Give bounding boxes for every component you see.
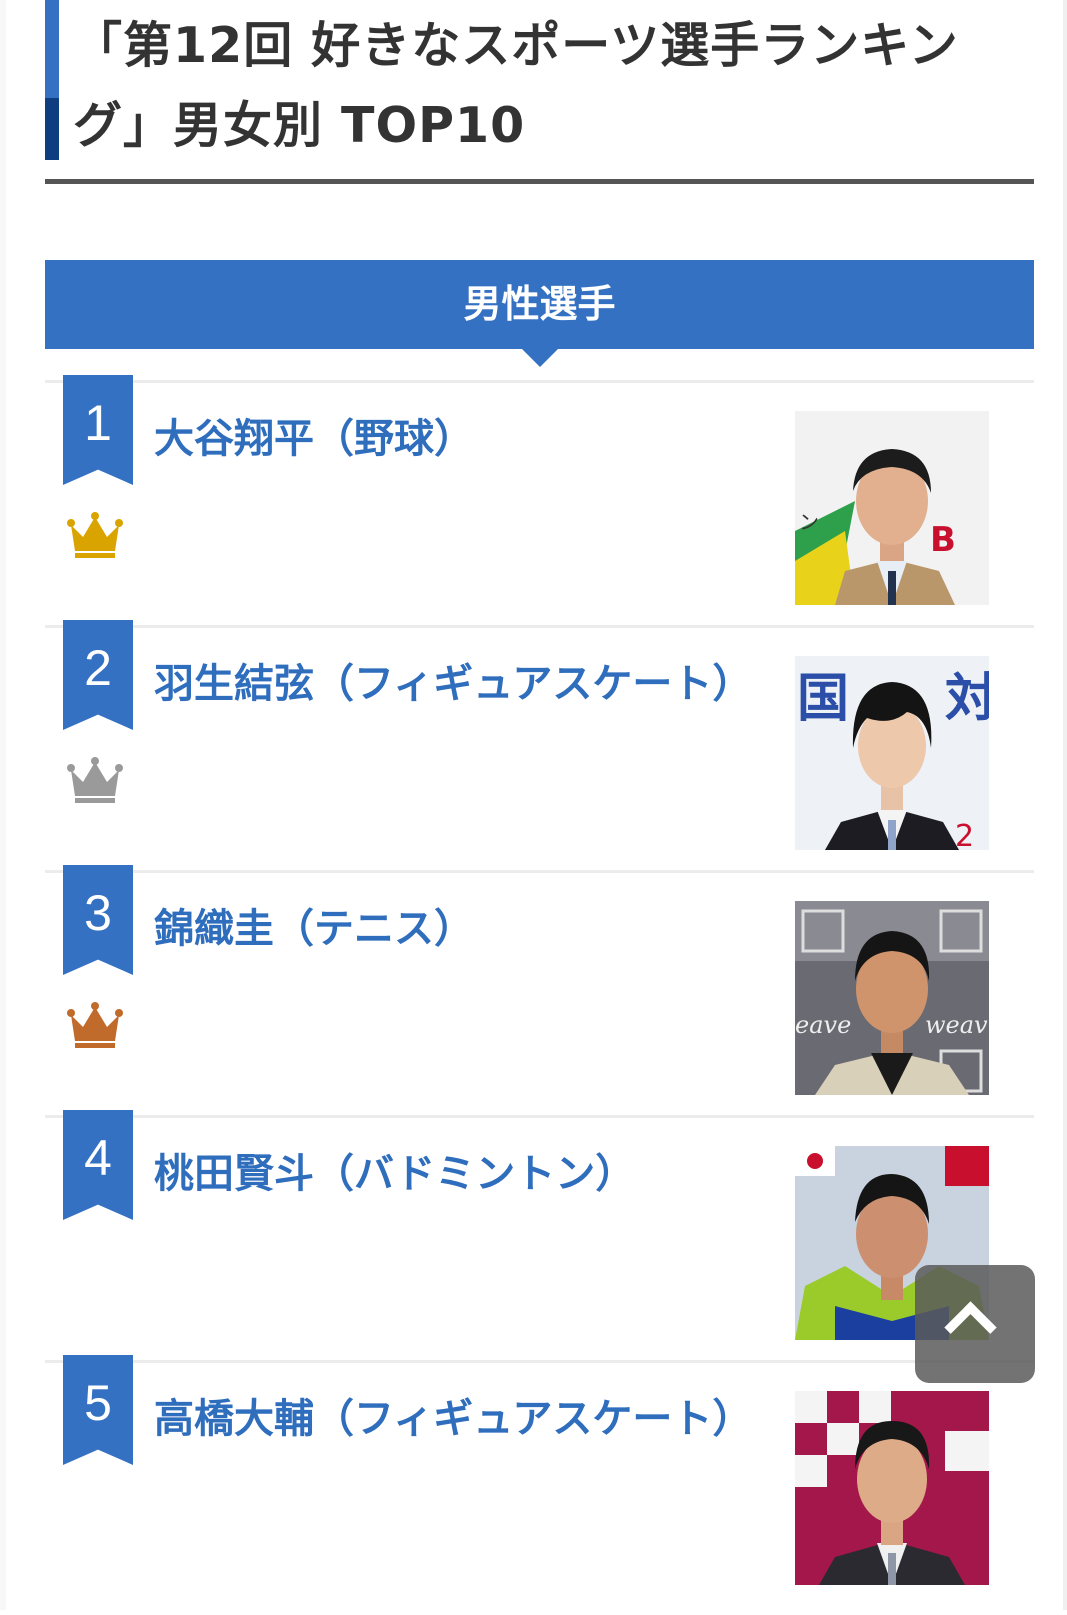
rank-badge: 4: [63, 1110, 133, 1220]
athlete-photo: ン B: [795, 411, 989, 605]
silver-crown-icon: [67, 757, 123, 803]
athlete-photo: eave weav: [795, 901, 989, 1095]
ranking-item-2[interactable]: 2 羽生結弦（フィギュアスケート） 国 対 2: [45, 620, 1034, 880]
ranking-item-3[interactable]: 3 錦織圭（テニス） eave weav: [45, 865, 1034, 1125]
bronze-crown-icon: [67, 1002, 123, 1048]
title-accent-bar: [45, 0, 59, 98]
left-edge: [0, 0, 6, 1610]
scrollbar-track: [1063, 0, 1067, 1610]
title-accent-bar-dark: [45, 98, 59, 160]
chevron-up-icon: [944, 1301, 997, 1354]
athlete-name-link[interactable]: 高橋大輔（フィギュアスケート）: [154, 1391, 754, 1447]
section-header: 男性選手: [45, 260, 1034, 349]
scroll-to-top-button[interactable]: [915, 1265, 1035, 1383]
svg-text:ン: ン: [799, 510, 819, 534]
athlete-name-link[interactable]: 桃田賢斗（バドミントン）: [154, 1146, 754, 1202]
article-title: 「第12回 好きなスポーツ選手ランキング」男女別 TOP10: [73, 17, 959, 154]
athlete-photo: [795, 1391, 989, 1585]
ranking-item-1[interactable]: 1 大谷翔平（野球） ン B: [45, 375, 1034, 635]
athlete-name-link[interactable]: 錦織圭（テニス）: [154, 901, 754, 957]
title-divider: [45, 179, 1034, 184]
section-header-arrow: [522, 349, 558, 367]
article-title-block: 「第12回 好きなスポーツ選手ランキング」男女別 TOP10: [45, 0, 1034, 185]
svg-text:2: 2: [955, 819, 974, 850]
svg-text:B: B: [930, 520, 956, 560]
svg-text:eave: eave: [795, 1011, 851, 1039]
svg-text:国: 国: [797, 669, 849, 729]
athlete-photo: 国 対 2: [795, 656, 989, 850]
ranking-item-5[interactable]: 5 高橋大輔（フィギュアスケート）: [45, 1355, 1034, 1615]
athlete-name-link[interactable]: 大谷翔平（野球）: [154, 411, 754, 467]
svg-text:weav: weav: [925, 1011, 988, 1039]
svg-text:対: 対: [945, 669, 989, 729]
ranking-item-4[interactable]: 4 桃田賢斗（バドミントン）: [45, 1110, 1034, 1370]
rank-badge: 5: [63, 1355, 133, 1465]
rank-badge: 3: [63, 865, 133, 975]
gold-crown-icon: [67, 512, 123, 558]
rank-badge: 2: [63, 620, 133, 730]
rank-badge: 1: [63, 375, 133, 485]
athlete-name-link[interactable]: 羽生結弦（フィギュアスケート）: [154, 656, 754, 712]
article-page: 「第12回 好きなスポーツ選手ランキング」男女別 TOP10 男性選手 1 大谷…: [0, 0, 1067, 1610]
